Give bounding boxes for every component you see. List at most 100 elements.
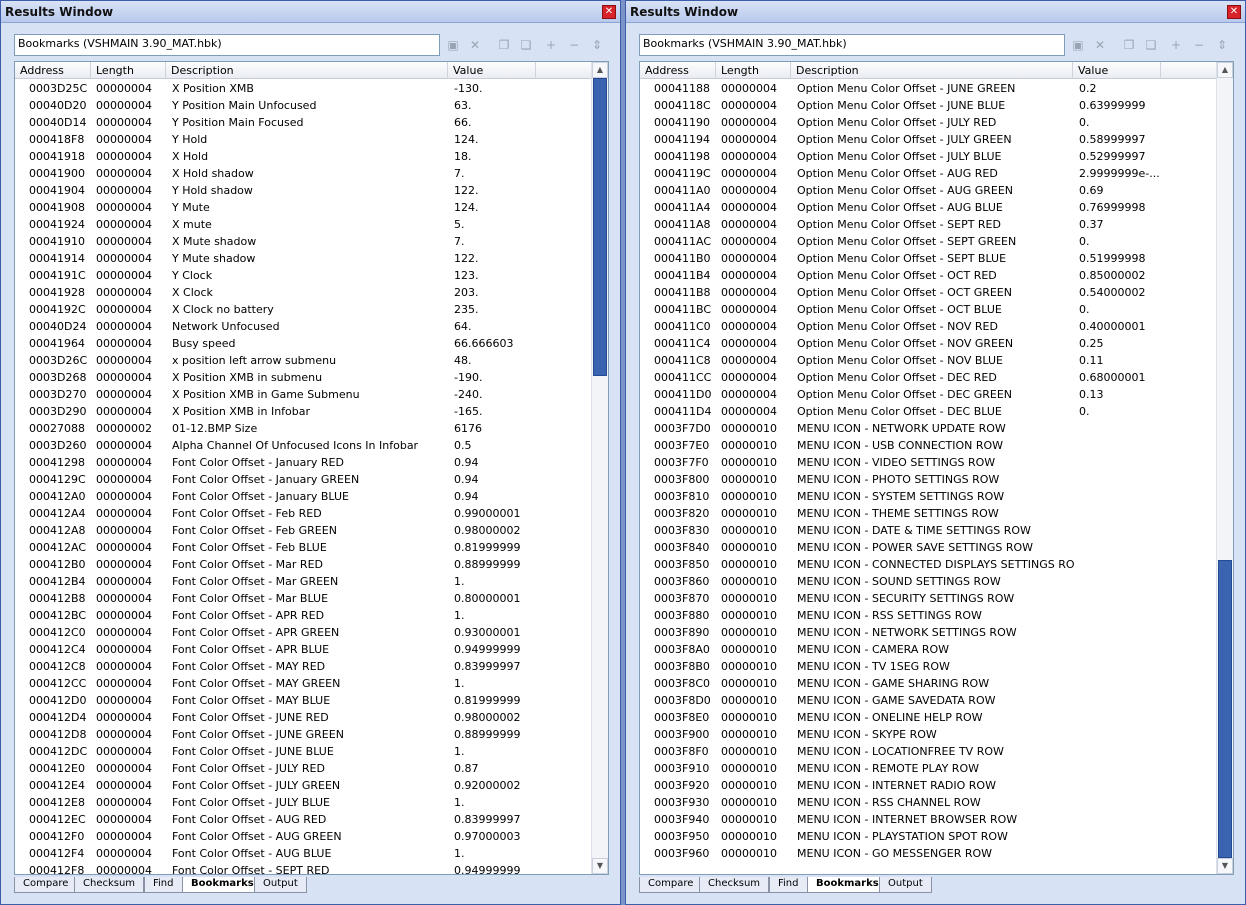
table-row[interactable]: 0003F8A0 00000010 MENU ICON - CAMERA ROW bbox=[640, 641, 1216, 658]
tab-find[interactable]: Find bbox=[769, 877, 808, 893]
table-row[interactable]: 000412D4 00000004 Font Color Offset - JUNE… bbox=[15, 709, 591, 726]
table-row[interactable]: 0003F7F0 00000010 MENU ICON - VIDEO SETTIN… bbox=[640, 454, 1216, 471]
table-row[interactable]: 0003F890 00000010 MENU ICON - NETWORK SETT… bbox=[640, 624, 1216, 641]
copy-icon[interactable]: ❐ bbox=[495, 37, 513, 53]
table-row[interactable]: 00041914 00000004 Y Mute shadow 122. bbox=[15, 250, 591, 267]
table-row[interactable]: 0003F930 00000010 MENU ICON - RSS CHANNEL … bbox=[640, 794, 1216, 811]
add-icon[interactable]: + bbox=[1167, 37, 1185, 53]
table-row[interactable]: 0003D26C 00000004 x position left arrow su… bbox=[15, 352, 591, 369]
table-row[interactable]: 0003F870 00000010 MENU ICON - SECURITY SET… bbox=[640, 590, 1216, 607]
bookmark-list[interactable]: Address Length Description Value 0003D25… bbox=[14, 61, 609, 875]
table-row[interactable]: 00041904 00000004 Y Hold shadow 122. bbox=[15, 182, 591, 199]
copy-icon[interactable]: ❐ bbox=[1120, 37, 1138, 53]
scroll-down-icon[interactable]: ▼ bbox=[1217, 858, 1233, 874]
table-row[interactable]: 0003F840 00000010 MENU ICON - POWER SAVE S… bbox=[640, 539, 1216, 556]
sort-icon[interactable]: ⇕ bbox=[1213, 37, 1231, 53]
table-row[interactable]: 00041928 00000004 X Clock 203. bbox=[15, 284, 591, 301]
table-row[interactable]: 000411A0 00000004 Option Menu Color Offset… bbox=[640, 182, 1216, 199]
table-row[interactable]: 000412E0 00000004 Font Color Offset - JULY… bbox=[15, 760, 591, 777]
table-row[interactable]: 000411C4 00000004 Option Menu Color Offset… bbox=[640, 335, 1216, 352]
column-description[interactable]: Description bbox=[791, 62, 1073, 79]
table-row[interactable]: 000418F8 00000004 Y Hold 124. bbox=[15, 131, 591, 148]
open-folder-icon[interactable]: ▣ bbox=[444, 37, 462, 53]
delete-icon[interactable]: ✕ bbox=[466, 37, 484, 53]
table-row[interactable]: 000412CC 00000004 Font Color Offset - MAY … bbox=[15, 675, 591, 692]
table-row[interactable]: 000412F8 00000004 Font Color Offset - SEPT… bbox=[15, 862, 591, 874]
tab-checksum[interactable]: Checksum bbox=[74, 877, 145, 893]
table-row[interactable]: 0003F900 00000010 MENU ICON - SKYPE ROW bbox=[640, 726, 1216, 743]
title-bar[interactable]: Results Window ✕ bbox=[626, 1, 1245, 23]
scroll-up-icon[interactable]: ▲ bbox=[592, 62, 608, 78]
delete-icon[interactable]: ✕ bbox=[1091, 37, 1109, 53]
table-row[interactable]: 000412E4 00000004 Font Color Offset - JULY… bbox=[15, 777, 591, 794]
table-row[interactable]: 0003F910 00000010 MENU ICON - REMOTE PLAY … bbox=[640, 760, 1216, 777]
table-row[interactable]: 000411C0 00000004 Option Menu Color Offset… bbox=[640, 318, 1216, 335]
table-row[interactable]: 0003F8F0 00000010 MENU ICON - LOCATIONFREE… bbox=[640, 743, 1216, 760]
scroll-down-icon[interactable]: ▼ bbox=[592, 858, 608, 874]
table-row[interactable]: 0003D25C 00000004 X Position XMB -130. bbox=[15, 80, 591, 97]
table-row[interactable]: 000412AC 00000004 Font Color Offset - Feb … bbox=[15, 539, 591, 556]
table-row[interactable]: 0003F920 00000010 MENU ICON - INTERNET RAD… bbox=[640, 777, 1216, 794]
paste-icon[interactable]: ❏ bbox=[517, 37, 535, 53]
table-row[interactable]: 0003D260 00000004 Alpha Channel Of Unfocus… bbox=[15, 437, 591, 454]
table-row[interactable]: 00041298 00000004 Font Color Offset - Janu… bbox=[15, 454, 591, 471]
table-row[interactable]: 000411B4 00000004 Option Menu Color Offset… bbox=[640, 267, 1216, 284]
table-row[interactable]: 000412A4 00000004 Font Color Offset - Feb … bbox=[15, 505, 591, 522]
table-row[interactable]: 0003F8D0 00000010 MENU ICON - GAME SAVEDAT… bbox=[640, 692, 1216, 709]
table-row[interactable]: 000412B8 00000004 Font Color Offset - Mar … bbox=[15, 590, 591, 607]
table-row[interactable]: 000412C8 00000004 Font Color Offset - MAY … bbox=[15, 658, 591, 675]
bookmark-list[interactable]: Address Length Description Value 0004118… bbox=[639, 61, 1234, 875]
close-icon[interactable]: ✕ bbox=[1227, 5, 1241, 19]
title-bar[interactable]: Results Window ✕ bbox=[1, 1, 620, 23]
table-row[interactable]: 0003F850 00000010 MENU ICON - CONNECTED DI… bbox=[640, 556, 1216, 573]
sort-icon[interactable]: ⇕ bbox=[588, 37, 606, 53]
table-row[interactable]: 000411CC 00000004 Option Menu Color Offset… bbox=[640, 369, 1216, 386]
table-row[interactable]: 00041198 00000004 Option Menu Color Offset… bbox=[640, 148, 1216, 165]
column-value[interactable]: Value bbox=[1073, 62, 1161, 79]
table-row[interactable]: 000412E8 00000004 Font Color Offset - JULY… bbox=[15, 794, 591, 811]
table-row[interactable]: 000411B0 00000004 Option Menu Color Offset… bbox=[640, 250, 1216, 267]
tab-find[interactable]: Find bbox=[144, 877, 183, 893]
table-row[interactable]: 0003D268 00000004 X Position XMB in submen… bbox=[15, 369, 591, 386]
table-row[interactable]: 0003F860 00000010 MENU ICON - SOUND SETTIN… bbox=[640, 573, 1216, 590]
table-row[interactable]: 000411BC 00000004 Option Menu Color Offset… bbox=[640, 301, 1216, 318]
table-row[interactable]: 0004191C 00000004 Y Clock 123. bbox=[15, 267, 591, 284]
tab-checksum[interactable]: Checksum bbox=[699, 877, 770, 893]
table-row[interactable]: 00041900 00000004 X Hold shadow 7. bbox=[15, 165, 591, 182]
column-length[interactable]: Length bbox=[91, 62, 166, 79]
table-row[interactable]: 00041964 00000004 Busy speed 66.666603 bbox=[15, 335, 591, 352]
table-row[interactable]: 00041194 00000004 Option Menu Color Offset… bbox=[640, 131, 1216, 148]
table-row[interactable]: 0003F7E0 00000010 MENU ICON - USB CONNECTI… bbox=[640, 437, 1216, 454]
bookmark-file-select[interactable]: Bookmarks (VSHMAIN 3.90_MAT.hbk) bbox=[14, 34, 440, 56]
table-row[interactable]: 0003F8C0 00000010 MENU ICON - GAME SHARING… bbox=[640, 675, 1216, 692]
table-row[interactable]: 000412B4 00000004 Font Color Offset - Mar … bbox=[15, 573, 591, 590]
paste-icon[interactable]: ❏ bbox=[1142, 37, 1160, 53]
table-row[interactable]: 0004129C 00000004 Font Color Offset - Janu… bbox=[15, 471, 591, 488]
add-icon[interactable]: + bbox=[542, 37, 560, 53]
table-row[interactable]: 00041908 00000004 Y Mute 124. bbox=[15, 199, 591, 216]
table-row[interactable]: 000411A8 00000004 Option Menu Color Offset… bbox=[640, 216, 1216, 233]
table-row[interactable]: 00041190 00000004 Option Menu Color Offset… bbox=[640, 114, 1216, 131]
table-row[interactable]: 00040D14 00000004 Y Position Main Focused 6… bbox=[15, 114, 591, 131]
table-row[interactable]: 000411C8 00000004 Option Menu Color Offset… bbox=[640, 352, 1216, 369]
vertical-scrollbar[interactable]: ▲ ▼ bbox=[591, 62, 608, 874]
table-row[interactable]: 000411D0 00000004 Option Menu Color Offset… bbox=[640, 386, 1216, 403]
table-row[interactable]: 000412C0 00000004 Font Color Offset - APR … bbox=[15, 624, 591, 641]
table-row[interactable]: 0004119C 00000004 Option Menu Color Offset… bbox=[640, 165, 1216, 182]
table-row[interactable]: 000412F4 00000004 Font Color Offset - AUG … bbox=[15, 845, 591, 862]
column-value[interactable]: Value bbox=[448, 62, 536, 79]
table-row[interactable]: 0003F880 00000010 MENU ICON - RSS SETTINGS… bbox=[640, 607, 1216, 624]
table-row[interactable]: 000412A8 00000004 Font Color Offset - Feb … bbox=[15, 522, 591, 539]
scroll-thumb[interactable] bbox=[593, 78, 607, 376]
remove-icon[interactable]: − bbox=[565, 37, 583, 53]
column-length[interactable]: Length bbox=[716, 62, 791, 79]
table-row[interactable]: 000412DC 00000004 Font Color Offset - JUNE… bbox=[15, 743, 591, 760]
column-address[interactable]: Address bbox=[15, 62, 91, 79]
table-row[interactable]: 00041918 00000004 X Hold 18. bbox=[15, 148, 591, 165]
table-row[interactable]: 00041188 00000004 Option Menu Color Offset… bbox=[640, 80, 1216, 97]
table-row[interactable]: 00040D24 00000004 Network Unfocused 64. bbox=[15, 318, 591, 335]
scroll-thumb[interactable] bbox=[1218, 560, 1232, 858]
remove-icon[interactable]: − bbox=[1190, 37, 1208, 53]
table-row[interactable]: 00027088 00000002 01-12.BMP Size 6176 bbox=[15, 420, 591, 437]
close-icon[interactable]: ✕ bbox=[602, 5, 616, 19]
